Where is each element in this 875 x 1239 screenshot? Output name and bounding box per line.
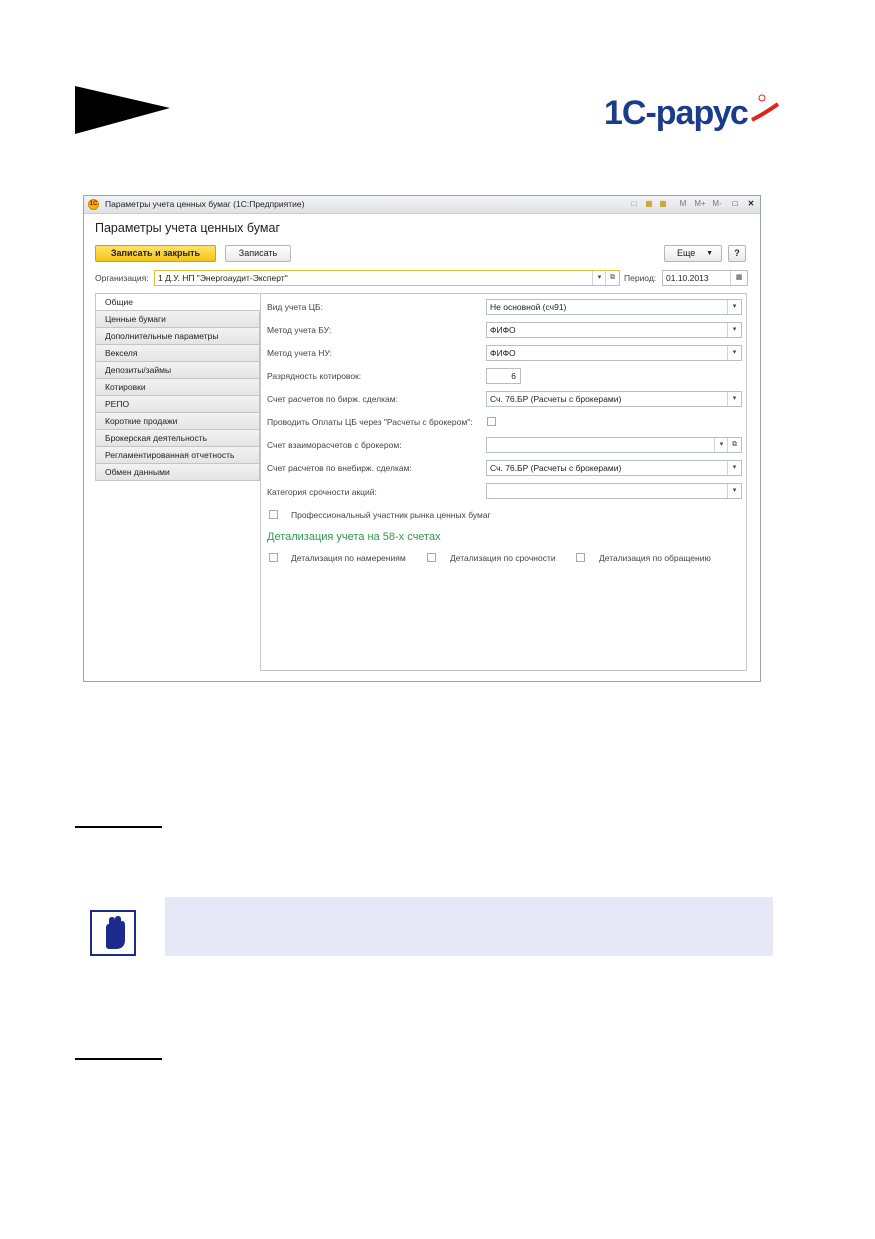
section-rule	[75, 1058, 162, 1060]
method-nu-label: Метод учета НУ:	[267, 348, 333, 358]
method-bu-label: Метод учета БУ:	[267, 325, 332, 335]
detail-urgency-checkbox[interactable]	[427, 553, 436, 562]
form-title: Параметры учета ценных бумаг	[95, 221, 280, 235]
org-field[interactable]: 1 Д.У. НП "Энергоаудит-Эксперт" ▾ ⧉	[154, 270, 620, 286]
method-nu-value: ФИФО	[490, 348, 516, 358]
tab-brokerage[interactable]: Брокерская деятельность	[95, 430, 260, 447]
share-urgency-label: Категория срочности акций:	[267, 487, 377, 497]
tab-data-exchange[interactable]: Обмен данными	[95, 464, 260, 481]
help-button[interactable]: ?	[728, 245, 746, 262]
detail-urgency-label: Детализация по срочности	[450, 553, 556, 563]
chevron-down-icon[interactable]: ▾	[727, 461, 741, 475]
professional-participant-checkbox[interactable]	[269, 510, 278, 519]
method-nu-select[interactable]: ФИФО ▾	[486, 345, 742, 361]
app-1c-icon: 1С	[88, 199, 99, 210]
rarus-logo: 1С-рарус	[602, 90, 780, 134]
broker-payment-label: Проводить Оплаты ЦБ через "Расчеты с бро…	[267, 417, 473, 427]
open-icon[interactable]: ⧉	[727, 438, 741, 452]
accounting-type-label: Вид учета ЦБ:	[267, 302, 323, 312]
calendar-picker-icon[interactable]: ▦	[730, 271, 747, 285]
calculator-icon[interactable]: ▦	[658, 198, 668, 210]
professional-participant-label: Профессиональный участник рынка ценных б…	[291, 510, 491, 520]
org-dropdown-icon[interactable]: ▾	[592, 271, 606, 285]
close-icon[interactable]: ✕	[745, 198, 757, 210]
period-field[interactable]: 01.10.2013 ▦	[662, 270, 748, 286]
tab-bills[interactable]: Векселя	[95, 345, 260, 362]
detalization-heading: Детализация учета на 58-х счетах	[267, 531, 441, 543]
general-tab-panel: Вид учета ЦБ: Не основной (сч91) ▾ Метод…	[260, 293, 747, 671]
detail-circulation-label: Детализация по обращению	[599, 553, 711, 563]
section-rule	[75, 826, 162, 828]
quote-precision-label: Разрядность котировок:	[267, 371, 362, 381]
org-open-icon[interactable]: ⧉	[605, 271, 619, 285]
method-bu-select[interactable]: ФИФО ▾	[486, 322, 742, 338]
accounting-type-value: Не основной (сч91)	[490, 302, 567, 312]
org-label: Организация:	[95, 273, 149, 283]
save-button[interactable]: Записать	[225, 245, 291, 262]
arrow-marker-icon	[75, 86, 170, 134]
otc-account-label: Счет расчетов по внебирж. сделкам:	[267, 463, 412, 473]
share-urgency-select[interactable]: ▾	[486, 483, 742, 499]
tab-securities[interactable]: Ценные бумаги	[95, 311, 260, 328]
link-icon[interactable]: □	[629, 198, 639, 210]
broker-settlement-label: Счет взаиморасчетов с брокером:	[267, 440, 402, 450]
chevron-down-icon[interactable]: ▾	[727, 484, 741, 498]
chevron-down-icon: ▼	[706, 250, 713, 257]
tab-repo[interactable]: РЕПО	[95, 396, 260, 413]
broker-payment-checkbox[interactable]	[487, 417, 496, 426]
tab-regulatory-reporting[interactable]: Регламентированная отчетность	[95, 447, 260, 464]
period-value: 01.10.2013	[666, 273, 709, 283]
more-button[interactable]: Еще ▼	[664, 245, 722, 262]
detail-intent-label: Детализация по намерениям	[291, 553, 406, 563]
chevron-down-icon[interactable]: ▾	[727, 346, 741, 360]
exchange-account-select[interactable]: Сч. 76.БР (Расчеты с брокерами) ▾	[486, 391, 742, 407]
tab-deposits-loans[interactable]: Депозиты/займы	[95, 362, 260, 379]
tab-general[interactable]: Общие	[95, 293, 260, 311]
chevron-down-icon[interactable]: ▾	[727, 323, 741, 337]
chevron-down-icon[interactable]: ▾	[727, 392, 741, 406]
org-value: 1 Д.У. НП "Энергоаудит-Эксперт"	[158, 273, 288, 283]
memory-mplus-button[interactable]: М+	[693, 198, 707, 210]
maximize-icon[interactable]: □	[729, 198, 741, 210]
detail-intent-checkbox[interactable]	[269, 553, 278, 562]
detail-circulation-checkbox[interactable]	[576, 553, 585, 562]
period-label: Период:	[624, 273, 657, 283]
memory-m-button[interactable]: М	[678, 198, 688, 210]
calendar-icon[interactable]: ▦	[644, 198, 654, 210]
exchange-account-label: Счет расчетов по бирж. сделкам:	[267, 394, 398, 404]
chevron-down-icon[interactable]: ▾	[727, 300, 741, 314]
otc-account-select[interactable]: Сч. 76.БР (Расчеты с брокерами) ▾	[486, 460, 742, 476]
note-box	[165, 897, 773, 956]
broker-settlement-select[interactable]: ▾ ⧉	[486, 437, 742, 453]
section-tabs: Общие Ценные бумаги Дополнительные парам…	[95, 293, 260, 481]
tab-short-sales[interactable]: Короткие продажи	[95, 413, 260, 430]
save-and-close-button[interactable]: Записать и закрыть	[95, 245, 216, 262]
chevron-down-icon[interactable]: ▾	[714, 438, 728, 452]
memory-mminus-button[interactable]: М-	[710, 198, 724, 210]
accounting-type-select[interactable]: Не основной (сч91) ▾	[486, 299, 742, 315]
svg-text:1С-рарус: 1С-рарус	[604, 94, 748, 132]
exchange-account-value: Сч. 76.БР (Расчеты с брокерами)	[490, 394, 622, 404]
more-label: Еще	[677, 248, 696, 258]
otc-account-value: Сч. 76.БР (Расчеты с брокерами)	[490, 463, 622, 473]
securities-params-window: 1С Параметры учета ценных бумаг (1С:Пред…	[83, 195, 761, 682]
tab-quotes[interactable]: Котировки	[95, 379, 260, 396]
window-title: Параметры учета ценных бумаг (1С:Предпри…	[105, 199, 305, 209]
tab-additional-params[interactable]: Дополнительные параметры	[95, 328, 260, 345]
method-bu-value: ФИФО	[490, 325, 516, 335]
stop-hand-icon	[90, 910, 136, 956]
quote-precision-input[interactable]: 6	[486, 368, 521, 384]
window-titlebar: 1С Параметры учета ценных бумаг (1С:Пред…	[84, 196, 760, 214]
